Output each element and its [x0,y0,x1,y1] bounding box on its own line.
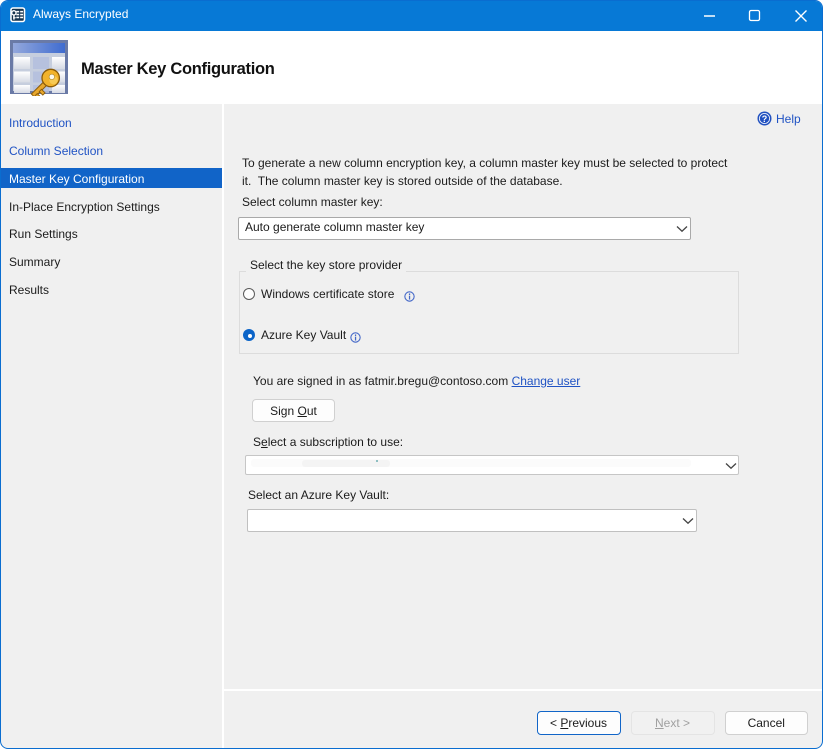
svg-text:?: ? [762,114,768,124]
